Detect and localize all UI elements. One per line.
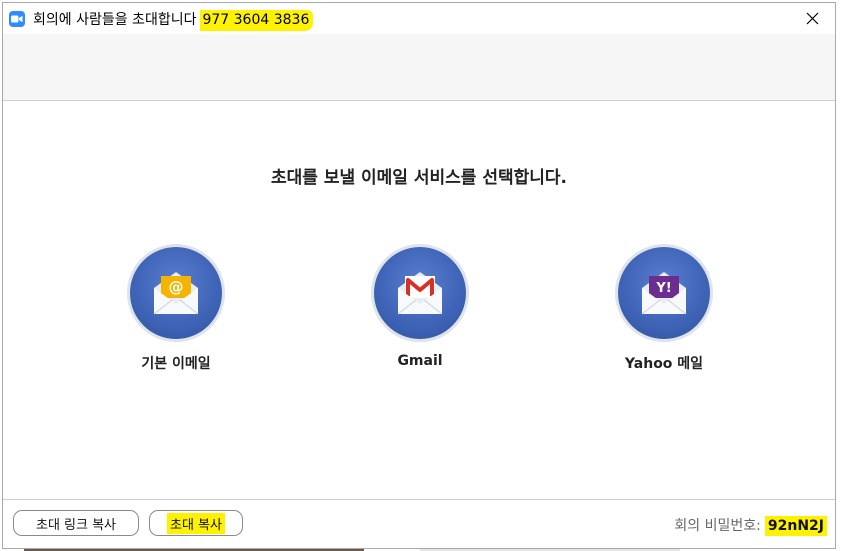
- yahoo-mail-option[interactable]: Y! Yahoo 메일: [574, 247, 754, 373]
- window-title: 회의에 사람들을 초대합니다 977 3604 3836: [33, 9, 314, 31]
- copy-invitation-button[interactable]: 초대 복사: [149, 510, 243, 536]
- password-label: 회의 비밀번호:: [674, 518, 761, 534]
- svg-text:@: @: [169, 278, 184, 296]
- copy-invite-link-label: 초대 링크 복사: [35, 517, 117, 533]
- title-bar: 회의에 사람들을 초대합니다 977 3604 3836: [3, 3, 835, 34]
- default-email-option[interactable]: @ 기본 이메일: [86, 247, 266, 373]
- meeting-id: 977 3604 3836: [200, 9, 314, 31]
- page-heading: 초대를 보낼 이메일 서비스를 선택합니다.: [270, 168, 567, 188]
- yahoo-mail-icon: Y!: [618, 247, 710, 339]
- svg-text:Y!: Y!: [655, 281, 671, 296]
- gmail-label: Gmail: [397, 353, 443, 369]
- copy-invite-link-button[interactable]: 초대 링크 복사: [13, 510, 139, 536]
- invite-dialog: 회의에 사람들을 초대합니다 977 3604 3836 초대를 보낼 이메일 서…: [2, 2, 836, 549]
- zoom-camera-icon: [9, 10, 25, 27]
- gmail-option[interactable]: Gmail: [330, 247, 510, 369]
- copy-invitation-label: 초대 복사: [167, 512, 225, 534]
- default-mail-icon: @: [130, 247, 222, 339]
- window-title-text: 회의에 사람들을 초대합니다: [33, 11, 197, 28]
- meeting-password: 회의 비밀번호: 92nN2J: [674, 515, 827, 536]
- password-value: 92nN2J: [764, 516, 827, 536]
- default-email-label: 기본 이메일: [141, 356, 211, 372]
- footer: 초대 링크 복사 초대 복사 회의 비밀번호: 92nN2J: [3, 499, 835, 548]
- gmail-icon: [374, 247, 466, 339]
- close-icon: [806, 12, 818, 25]
- header-band: [3, 34, 835, 101]
- yahoo-mail-label: Yahoo 메일: [624, 356, 704, 372]
- close-button[interactable]: [789, 3, 835, 34]
